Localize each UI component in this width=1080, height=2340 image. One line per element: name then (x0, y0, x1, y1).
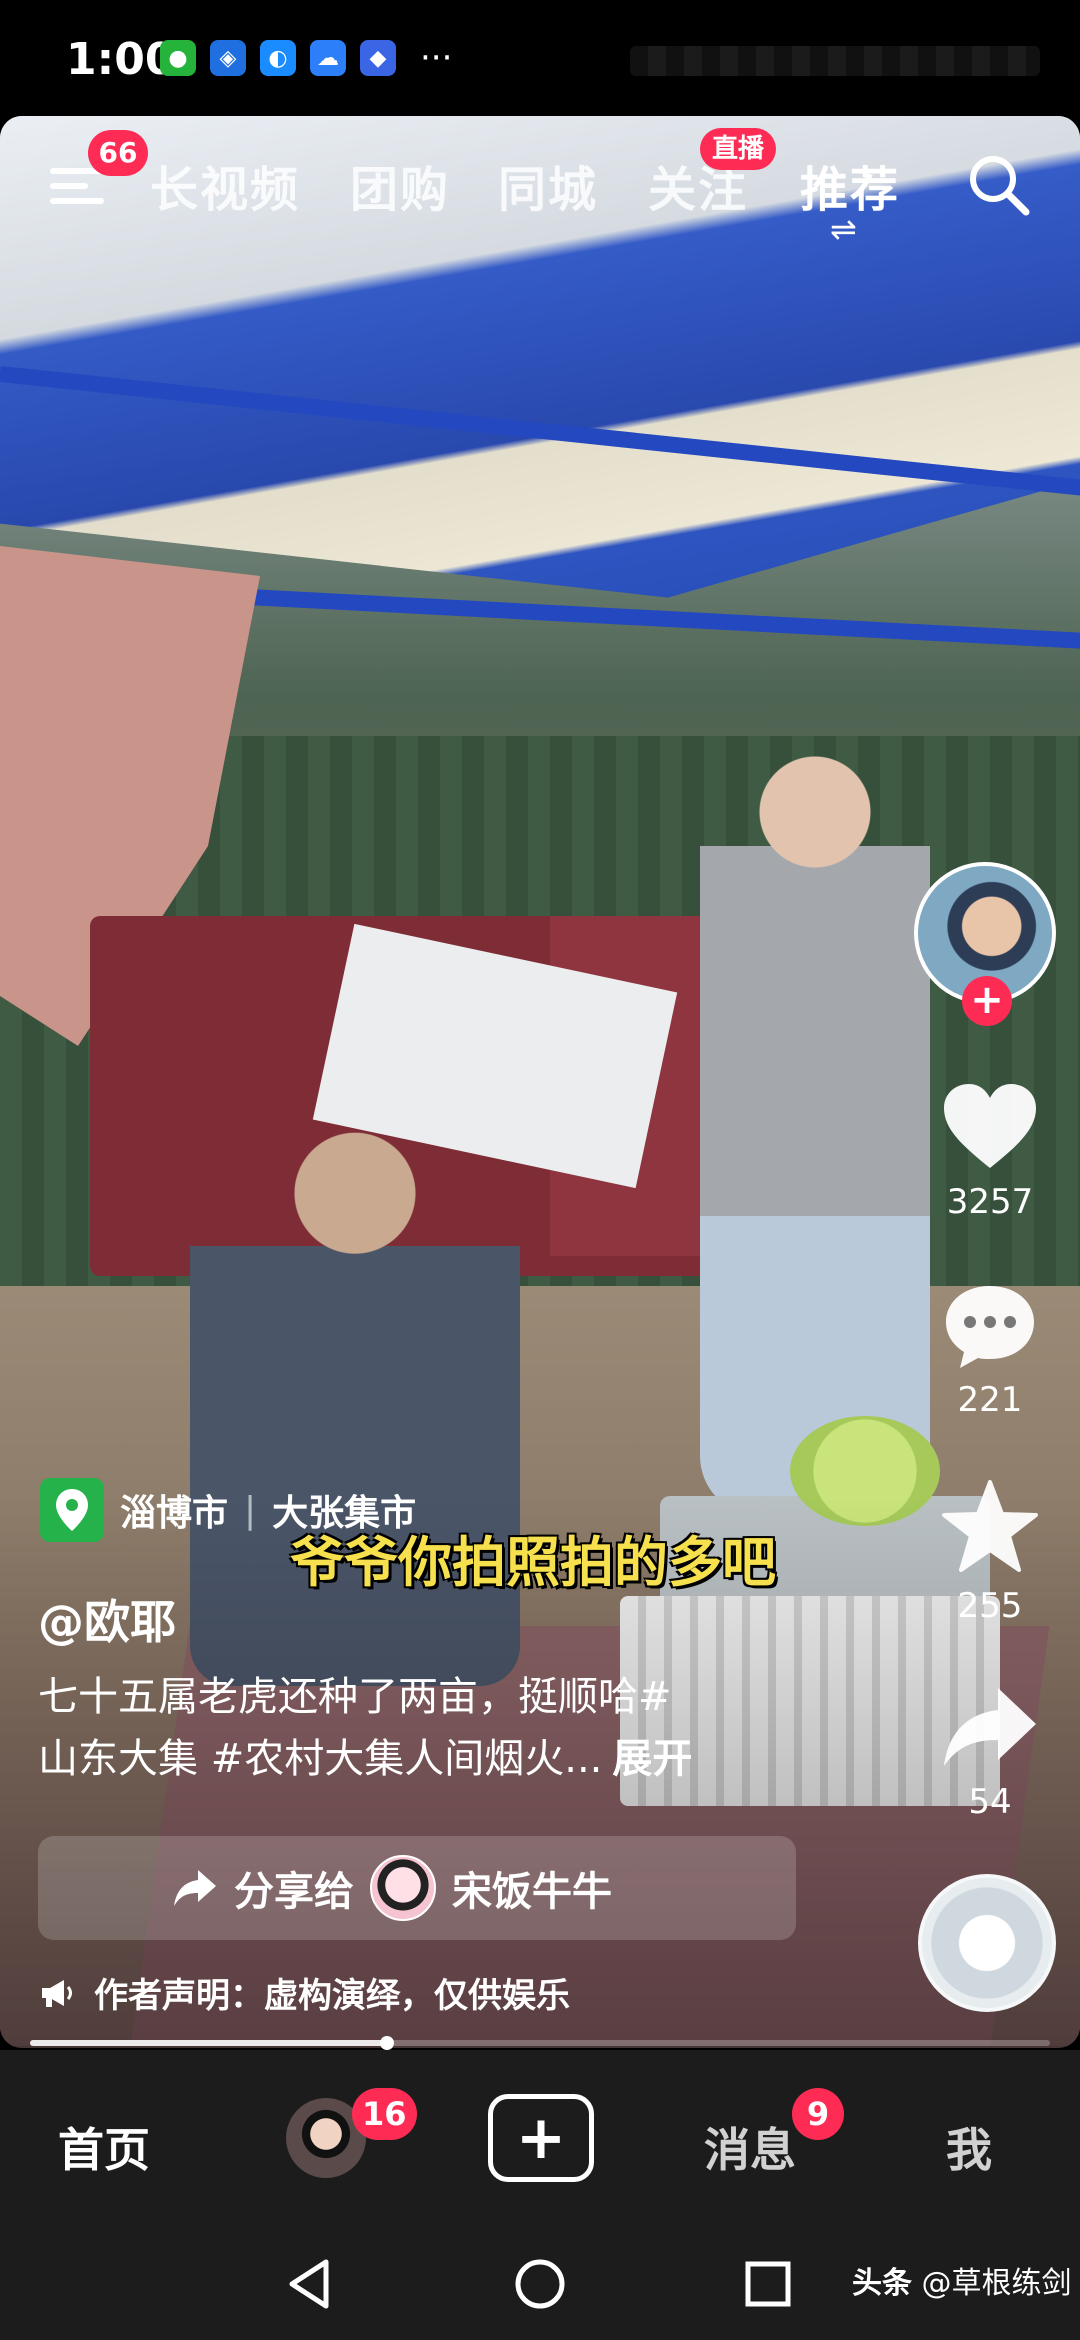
tab-nearby[interactable]: 同城 (498, 150, 598, 220)
comment-button[interactable] (940, 1280, 1040, 1372)
heart-icon (944, 1084, 1036, 1168)
music-disc[interactable] (918, 1874, 1056, 2012)
tab-messages[interactable]: 消息 (704, 2114, 796, 2180)
star-icon (942, 1480, 1038, 1572)
video-progress-fill (30, 2040, 387, 2046)
app-store-icon: ◆ (360, 40, 396, 76)
share-button[interactable] (940, 1684, 1040, 1770)
video-progress-handle[interactable] (380, 2036, 394, 2050)
location-pin-icon (40, 1478, 104, 1542)
description-line-2: 山东大集 #农村大集人间烟火... 展开 (38, 1728, 798, 1790)
recents-button[interactable] (738, 2254, 798, 2314)
system-nav-bar: 头条 @草根练剑 (0, 2230, 1080, 2340)
comment-count: 221 (957, 1380, 1023, 1420)
status-bar: 1:00 ● ◈ ◐ ☁ ◆ ··· (0, 0, 1080, 118)
like-button[interactable] (940, 1080, 1040, 1172)
watermark-handle: @草根练剑 (921, 2266, 1072, 2301)
description-hashtags: 山东大集 #农村大集人间烟火... (38, 1736, 603, 1782)
like-count: 3257 (946, 1182, 1034, 1222)
share-label: 分享给 (234, 1869, 354, 1915)
tab-home[interactable]: 首页 (58, 2114, 150, 2180)
video-subtitle: 爷爷你拍照拍的多吧 (290, 1531, 776, 1594)
messages-badge: 9 (792, 2088, 844, 2140)
share-to-friend[interactable]: 分享给 宋饭牛牛 (38, 1836, 796, 1940)
tab-long-video[interactable]: 长视频 (150, 150, 300, 220)
video-progress-bar[interactable] (30, 2036, 1050, 2050)
menu-badge: 66 (88, 130, 148, 176)
plus-icon: + (515, 2103, 567, 2173)
share-count: 54 (968, 1782, 1012, 1822)
location-city: 淄博市 (120, 1493, 229, 1534)
tab-group-buy[interactable]: 团购 (350, 150, 450, 220)
search-button[interactable] (966, 152, 1032, 218)
watermark: 头条 @草根练剑 (852, 2258, 1072, 2302)
follow-button[interactable]: + (962, 976, 1012, 1026)
cloud-icon: ☁ (310, 40, 346, 76)
swap-icon: ⇌ (830, 210, 857, 248)
notification-icons: ● ◈ ◐ ☁ ◆ ··· (160, 40, 452, 76)
author-disclaimer: 作者声明：虚构演绎，仅供娱乐 (40, 1968, 570, 2017)
back-triangle-icon (289, 2259, 329, 2309)
home-button[interactable] (510, 2254, 570, 2314)
disclaimer-text: 作者声明：虚构演绎，仅供娱乐 (94, 1976, 570, 2016)
megaphone-icon (42, 1979, 72, 2007)
top-nav: 66 长视频 团购 同城 关注 直播 推荐 ⇌ (0, 128, 1080, 248)
share-arrow-icon (944, 1688, 1036, 1766)
tab-me[interactable]: 我 (946, 2114, 992, 2180)
friends-badge: 16 (352, 2088, 417, 2140)
status-right-icons (630, 46, 1040, 76)
home-circle-icon (515, 2259, 565, 2309)
browser-icon: ◐ (260, 40, 296, 76)
app-icon: ◈ (210, 40, 246, 76)
comment-icon (946, 1286, 1034, 1368)
live-badge: 直播 (700, 128, 777, 170)
pin-glyph (56, 1489, 88, 1531)
search-icon (970, 156, 1030, 216)
recents-square-icon (745, 2261, 791, 2307)
more-notifications-icon: ··· (420, 38, 453, 78)
create-button[interactable]: + (488, 2094, 594, 2182)
author-name[interactable]: @欧耶 (38, 1586, 176, 1652)
video-description[interactable]: 七十五属老虎还种了两亩，挺顺哈# 山东大集 #农村大集人间烟火... 展开 (38, 1666, 798, 1790)
friend-name: 宋饭牛牛 (452, 1869, 612, 1915)
favorite-button[interactable] (940, 1478, 1040, 1574)
menu-button[interactable] (50, 168, 104, 210)
menu-icon-line (50, 183, 88, 189)
description-line-1: 七十五属老虎还种了两亩，挺顺哈# (38, 1674, 672, 1720)
watermark-source: 头条 (852, 2266, 912, 2301)
wechat-icon: ● (160, 40, 196, 76)
location-separator: | (244, 1489, 257, 1531)
favorite-count: 255 (957, 1586, 1023, 1626)
back-button[interactable] (280, 2254, 340, 2314)
share-small-icon (174, 1870, 216, 1906)
friend-avatar (370, 1855, 436, 1921)
expand-link[interactable]: 展开 (612, 1736, 692, 1782)
video-scene-woman (700, 716, 930, 1516)
bottom-tab-bar: 首页 16 + 消息 9 我 (0, 2050, 1080, 2230)
menu-icon-line (50, 198, 104, 204)
